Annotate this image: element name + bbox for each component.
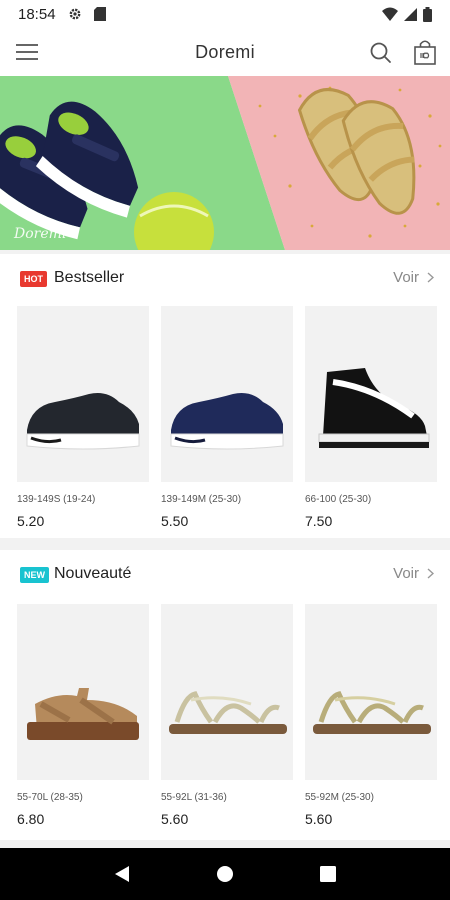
product-card[interactable]: 55-70L (28-35) 6.80 <box>17 604 149 827</box>
promo-banner[interactable]: Doremi <box>0 76 450 250</box>
back-button[interactable] <box>107 859 137 889</box>
back-triangle-icon <box>114 866 129 882</box>
search-button[interactable] <box>368 40 394 66</box>
status-time: 18:54 <box>18 5 56 23</box>
see-more-label: Voir <box>393 565 419 582</box>
sd-card-icon <box>93 7 106 21</box>
new-badge: NEW <box>20 567 49 583</box>
see-more-link[interactable]: Voir <box>393 269 434 286</box>
bestseller-header: HOT Bestseller Voir <box>0 254 450 304</box>
see-more-link[interactable]: Voir <box>393 565 434 582</box>
product-card[interactable]: 139-149S (19-24) 5.20 <box>17 306 149 529</box>
product-sku: 139-149S (19-24) <box>17 494 96 505</box>
product-sku: 55-92L (31-36) <box>161 792 227 803</box>
product-price: 6.80 <box>17 811 45 827</box>
banner-watermark: Doremi <box>14 226 67 242</box>
search-icon <box>370 42 391 63</box>
shopping-bag-icon <box>414 40 436 65</box>
section-title: Bestseller <box>54 269 125 286</box>
recents-square-icon <box>320 866 337 882</box>
product-sku: 55-70L (28-35) <box>17 792 83 803</box>
app-bar: Doremi <box>0 28 450 76</box>
product-sku: 139-149M (25-30) <box>161 494 242 505</box>
home-circle-icon <box>216 866 233 882</box>
new-arrivals-section: NEW Nouveauté Voir 55-70L (28-35) 6.80 5… <box>0 550 450 840</box>
home-button[interactable] <box>210 859 240 889</box>
system-nav-bar <box>0 848 450 900</box>
product-image <box>161 306 293 482</box>
battery-icon <box>423 6 432 22</box>
product-price: 7.50 <box>305 513 333 529</box>
product-sku: 66-100 (25-30) <box>305 494 372 505</box>
product-card[interactable]: 66-100 (25-30) 7.50 <box>305 306 437 529</box>
recents-button[interactable] <box>313 859 343 889</box>
product-image <box>305 306 437 482</box>
chevron-right-icon <box>427 568 434 579</box>
see-more-label: Voir <box>393 269 419 286</box>
product-sku: 55-92M (25-30) <box>305 792 374 803</box>
product-image <box>305 604 437 780</box>
hot-badge: HOT <box>20 271 47 287</box>
bestseller-section: HOT Bestseller Voir 139-149S (19-24) 5.2… <box>0 254 450 538</box>
wifi-icon <box>382 7 398 21</box>
product-card[interactable]: 139-149M (25-30) 5.50 <box>161 306 293 529</box>
section-title: Nouveauté <box>54 565 132 582</box>
signal-icon <box>404 7 417 21</box>
product-price: 5.60 <box>305 811 333 827</box>
settings-icon <box>69 8 80 20</box>
chevron-right-icon <box>427 272 434 283</box>
banner-image <box>0 76 450 250</box>
product-price: 5.50 <box>161 513 189 529</box>
shopping-bag-button[interactable] <box>412 38 438 66</box>
product-card[interactable]: 55-92L (31-36) 5.60 <box>161 604 293 827</box>
product-image <box>17 604 149 780</box>
product-image <box>17 306 149 482</box>
new-arrivals-header: NEW Nouveauté Voir <box>0 550 450 600</box>
product-price: 5.60 <box>161 811 189 827</box>
product-card[interactable]: 55-92M (25-30) 5.60 <box>305 604 437 827</box>
status-bar: 18:54 <box>0 0 450 28</box>
product-price: 5.20 <box>17 513 45 529</box>
product-image <box>161 604 293 780</box>
